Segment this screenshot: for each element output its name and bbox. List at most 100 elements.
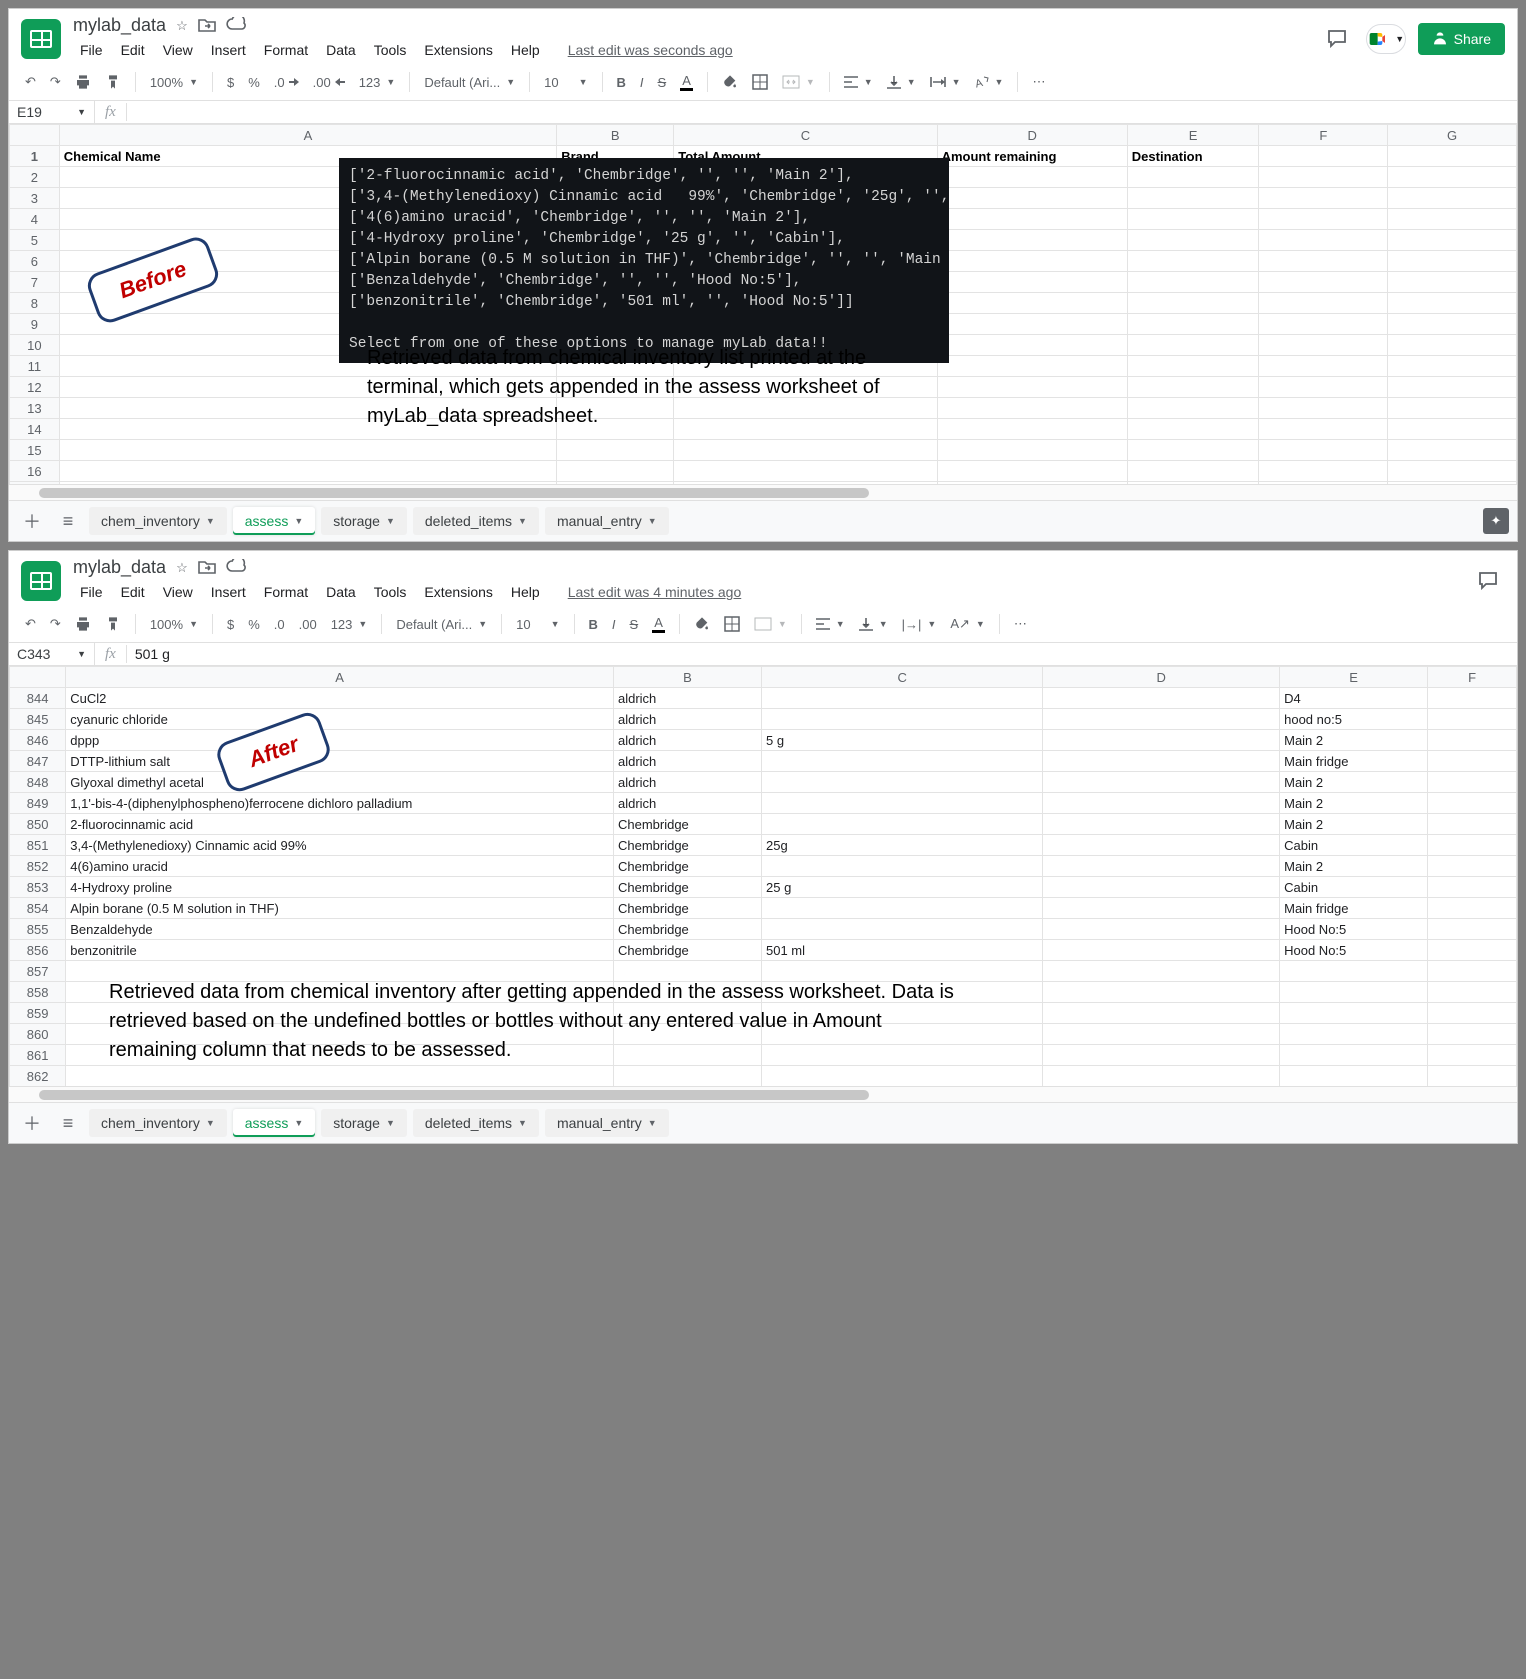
merge-button[interactable]: ▼ xyxy=(748,612,793,636)
cell[interactable] xyxy=(1259,293,1388,314)
cell[interactable]: Hood No:5 xyxy=(1280,940,1428,961)
decrease-decimal[interactable]: .0 xyxy=(268,612,291,637)
col-header[interactable]: A xyxy=(59,125,556,146)
font-select[interactable]: Default (Ari...▼ xyxy=(418,70,521,95)
cell[interactable] xyxy=(1428,898,1517,919)
star-icon[interactable]: ☆ xyxy=(176,18,188,34)
row-header[interactable]: 852 xyxy=(10,856,66,877)
cell[interactable]: benzonitrile xyxy=(66,940,614,961)
col-header[interactable]: E xyxy=(1127,125,1259,146)
col-header[interactable]: C xyxy=(762,667,1043,688)
row-header[interactable]: 16 xyxy=(10,461,60,482)
cell[interactable] xyxy=(1428,1045,1517,1066)
merge-button[interactable]: ▼ xyxy=(776,70,821,94)
cell[interactable] xyxy=(1388,146,1517,167)
row-header[interactable]: 845 xyxy=(10,709,66,730)
cell[interactable]: dppp xyxy=(66,730,614,751)
cell[interactable] xyxy=(1388,419,1517,440)
cell[interactable] xyxy=(1127,314,1259,335)
cell[interactable]: aldrich xyxy=(613,709,761,730)
cell[interactable] xyxy=(1043,877,1280,898)
cell[interactable] xyxy=(1259,335,1388,356)
last-edit-link[interactable]: Last edit was 4 minutes ago xyxy=(561,580,749,604)
cell[interactable] xyxy=(1428,877,1517,898)
cell[interactable] xyxy=(1043,940,1280,961)
cell[interactable]: CuCl2 xyxy=(66,688,614,709)
cell[interactable] xyxy=(1043,730,1280,751)
cell[interactable]: Chembridge xyxy=(613,940,761,961)
row-header[interactable]: 15 xyxy=(10,440,60,461)
cell[interactable]: Chembridge xyxy=(613,814,761,835)
row-header[interactable]: 5 xyxy=(10,230,60,251)
row-header[interactable]: 849 xyxy=(10,793,66,814)
row-header[interactable]: 853 xyxy=(10,877,66,898)
row-header[interactable]: 6 xyxy=(10,251,60,272)
halign-button[interactable]: ▼ xyxy=(810,613,851,635)
cell[interactable] xyxy=(59,461,556,482)
cell[interactable] xyxy=(1043,856,1280,877)
cell[interactable] xyxy=(1428,940,1517,961)
cell[interactable] xyxy=(1388,209,1517,230)
borders-button[interactable] xyxy=(746,69,774,95)
cell[interactable] xyxy=(762,919,1043,940)
cell[interactable] xyxy=(1259,167,1388,188)
menu-insert[interactable]: Insert xyxy=(204,38,253,62)
col-header[interactable]: F xyxy=(1259,125,1388,146)
menu-insert[interactable]: Insert xyxy=(204,580,253,604)
menu-data[interactable]: Data xyxy=(319,38,363,62)
cell[interactable] xyxy=(762,751,1043,772)
cell[interactable]: aldrich xyxy=(613,772,761,793)
cell[interactable] xyxy=(937,251,1127,272)
cell[interactable]: Main 2 xyxy=(1280,730,1428,751)
cell[interactable] xyxy=(1043,709,1280,730)
move-icon[interactable] xyxy=(198,559,216,577)
cell[interactable] xyxy=(1043,751,1280,772)
undo-button[interactable]: ↶ xyxy=(19,69,42,95)
cell[interactable] xyxy=(59,440,556,461)
explore-button[interactable]: ✦ xyxy=(1483,508,1509,534)
cell[interactable] xyxy=(1388,188,1517,209)
cell[interactable] xyxy=(1127,230,1259,251)
spreadsheet-grid[interactable]: ABCDEF844CuCl2aldrichD4845cyanuric chlor… xyxy=(9,666,1517,1086)
cell[interactable]: Main 2 xyxy=(1280,814,1428,835)
cell[interactable] xyxy=(762,709,1043,730)
row-header[interactable]: 858 xyxy=(10,982,66,1003)
meet-button[interactable]: ▼ xyxy=(1366,24,1406,54)
cell[interactable] xyxy=(1127,461,1259,482)
comment-history-icon[interactable] xyxy=(1320,22,1354,56)
cell[interactable] xyxy=(1388,356,1517,377)
cell[interactable] xyxy=(1127,377,1259,398)
cell[interactable]: 25 g xyxy=(762,877,1043,898)
all-sheets-button[interactable]: ≡ xyxy=(53,1109,83,1137)
cell[interactable] xyxy=(1428,709,1517,730)
cell[interactable] xyxy=(1280,982,1428,1003)
increase-decimal[interactable]: .00 xyxy=(307,70,351,95)
cell[interactable] xyxy=(1428,982,1517,1003)
menu-edit[interactable]: Edit xyxy=(114,580,152,604)
col-header[interactable]: G xyxy=(1388,125,1517,146)
cell[interactable] xyxy=(1043,688,1280,709)
halign-button[interactable]: ▼ xyxy=(838,71,879,93)
cell[interactable] xyxy=(1259,461,1388,482)
menu-format[interactable]: Format xyxy=(257,38,315,62)
star-icon[interactable]: ☆ xyxy=(176,560,188,576)
row-header[interactable]: 12 xyxy=(10,377,60,398)
horizontal-scrollbar[interactable] xyxy=(9,1086,1517,1102)
row-header[interactable]: 850 xyxy=(10,814,66,835)
cell[interactable] xyxy=(674,461,937,482)
print-button[interactable] xyxy=(69,69,97,95)
cell[interactable] xyxy=(1388,272,1517,293)
valign-button[interactable]: ▼ xyxy=(881,70,922,94)
cell[interactable] xyxy=(1428,730,1517,751)
decrease-decimal[interactable]: .0 xyxy=(268,70,305,95)
cell[interactable]: Glyoxal dimethyl acetal xyxy=(66,772,614,793)
col-header[interactable]: D xyxy=(1043,667,1280,688)
cell[interactable] xyxy=(1388,398,1517,419)
cell[interactable] xyxy=(1259,146,1388,167)
cell[interactable] xyxy=(1127,272,1259,293)
cell[interactable] xyxy=(674,440,937,461)
text-color-button[interactable]: A xyxy=(674,68,699,96)
cell[interactable] xyxy=(1388,230,1517,251)
cell[interactable]: aldrich xyxy=(613,793,761,814)
cell[interactable] xyxy=(937,440,1127,461)
